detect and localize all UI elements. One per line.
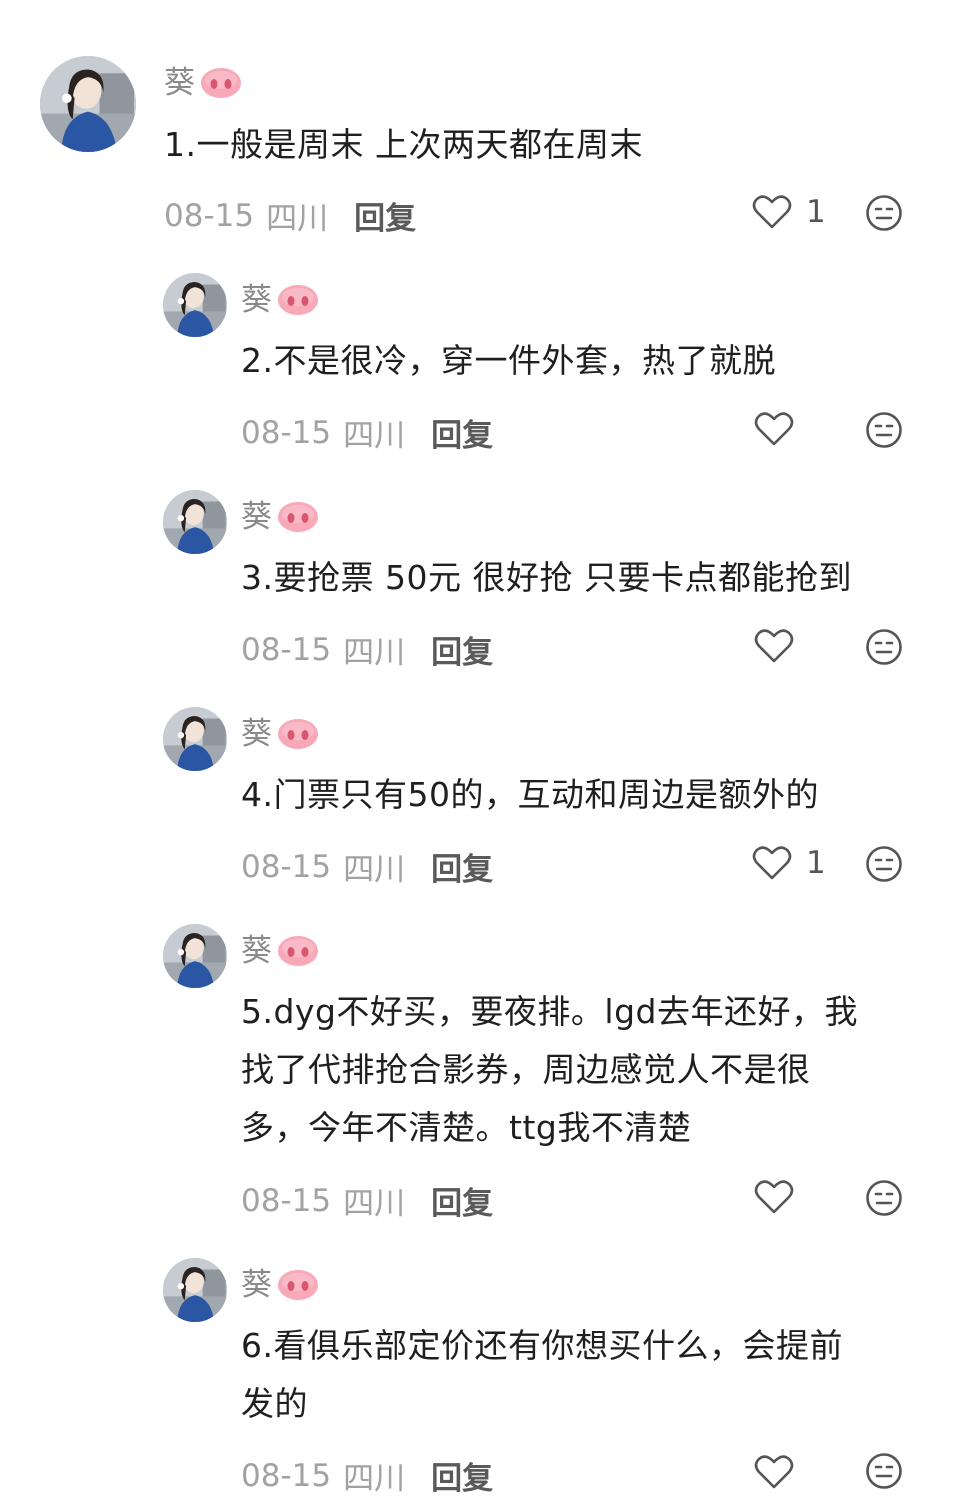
dislike-face-icon[interactable]: [865, 845, 903, 883]
like-button[interactable]: [754, 628, 808, 664]
heart-icon: [754, 412, 794, 446]
commenter-name[interactable]: 葵: [241, 935, 272, 967]
pig-nose-emoji-icon: [201, 68, 241, 98]
pig-nose-emoji-icon: [278, 1270, 318, 1300]
dislike-face-icon[interactable]: [865, 628, 903, 666]
avatar[interactable]: [163, 924, 227, 988]
dislike-face-icon[interactable]: [865, 194, 903, 232]
comment-location: 四川: [343, 635, 406, 671]
commenter-name[interactable]: 葵: [241, 501, 272, 533]
like-button[interactable]: 1: [752, 845, 826, 881]
comment-text: 3.要抢票 50元 很好抢 只要卡点都能抢到: [241, 558, 852, 597]
heart-icon: [752, 846, 792, 880]
commenter-name[interactable]: 葵: [164, 67, 195, 99]
comment-location: 四川: [343, 1461, 406, 1497]
heart-icon: [752, 195, 792, 229]
comment-location: 四川: [266, 201, 329, 237]
comment-location: 四川: [343, 418, 406, 454]
comment-location: 四川: [343, 1186, 406, 1222]
reply-button[interactable]: 回复: [354, 193, 416, 238]
avatar-image: [163, 707, 227, 771]
avatar[interactable]: [163, 273, 227, 337]
pig-nose-emoji-icon: [278, 285, 318, 315]
comment-date: 08-15: [164, 197, 255, 234]
comment-text-line: 6.看俱乐部定价还有你想买什么，会提前: [241, 1326, 843, 1365]
commenter-name[interactable]: 葵: [241, 284, 272, 316]
comment-text-line: 找了代排抢合影券，周边感觉人不是很: [241, 1050, 811, 1089]
dislike-face-icon[interactable]: [865, 411, 903, 449]
reply-button[interactable]: 回复: [431, 410, 493, 455]
comment-date: 08-15: [241, 414, 332, 451]
comment-text: 5.dyg不好买，要夜排。lgd去年还好，我 找了代排抢合影券，周边感觉人不是很…: [241, 983, 858, 1157]
dislike-face-icon[interactable]: [865, 1452, 903, 1490]
like-button[interactable]: [754, 1179, 808, 1215]
avatar-image: [163, 924, 227, 988]
avatar-image: [40, 56, 136, 152]
commenter-name[interactable]: 葵: [241, 718, 272, 750]
pig-nose-emoji-icon: [278, 936, 318, 966]
comment-text-line: 发的: [241, 1384, 308, 1423]
comment-text: 1.一般是周末 上次两天都在周末: [164, 125, 643, 164]
comment-date: 08-15: [241, 631, 332, 668]
like-button[interactable]: [754, 1454, 808, 1490]
avatar[interactable]: [163, 490, 227, 554]
avatar[interactable]: [40, 56, 136, 152]
like-count: 1: [806, 844, 826, 881]
dislike-face-icon[interactable]: [865, 1179, 903, 1217]
comment-text: 2.不是很冷，穿一件外套，热了就脱: [241, 341, 776, 380]
comment-text-line: 多，今年不清楚。ttg我不清楚: [241, 1108, 692, 1147]
avatar-image: [163, 1258, 227, 1322]
reply-button[interactable]: 回复: [431, 1178, 493, 1223]
comment-date: 08-15: [241, 848, 332, 885]
avatar-image: [163, 273, 227, 337]
heart-icon: [754, 1180, 794, 1214]
comment-text: 6.看俱乐部定价还有你想买什么，会提前 发的: [241, 1317, 843, 1433]
reply-button[interactable]: 回复: [431, 1453, 493, 1498]
avatar-image: [163, 490, 227, 554]
comment-date: 08-15: [241, 1182, 332, 1219]
comment-location: 四川: [343, 852, 406, 888]
reply-button[interactable]: 回复: [431, 844, 493, 889]
comment-text: 4.门票只有50的，互动和周边是额外的: [241, 775, 819, 814]
pig-nose-emoji-icon: [278, 502, 318, 532]
like-count: 1: [806, 193, 826, 230]
heart-icon: [754, 1455, 794, 1489]
like-button[interactable]: [754, 411, 808, 447]
pig-nose-emoji-icon: [278, 719, 318, 749]
avatar[interactable]: [163, 707, 227, 771]
heart-icon: [754, 629, 794, 663]
commenter-name[interactable]: 葵: [241, 1269, 272, 1301]
avatar[interactable]: [163, 1258, 227, 1322]
reply-button[interactable]: 回复: [431, 627, 493, 672]
like-button[interactable]: 1: [752, 194, 826, 230]
comment-text-line: 5.dyg不好买，要夜排。lgd去年还好，我: [241, 992, 858, 1031]
comment-date: 08-15: [241, 1457, 332, 1494]
